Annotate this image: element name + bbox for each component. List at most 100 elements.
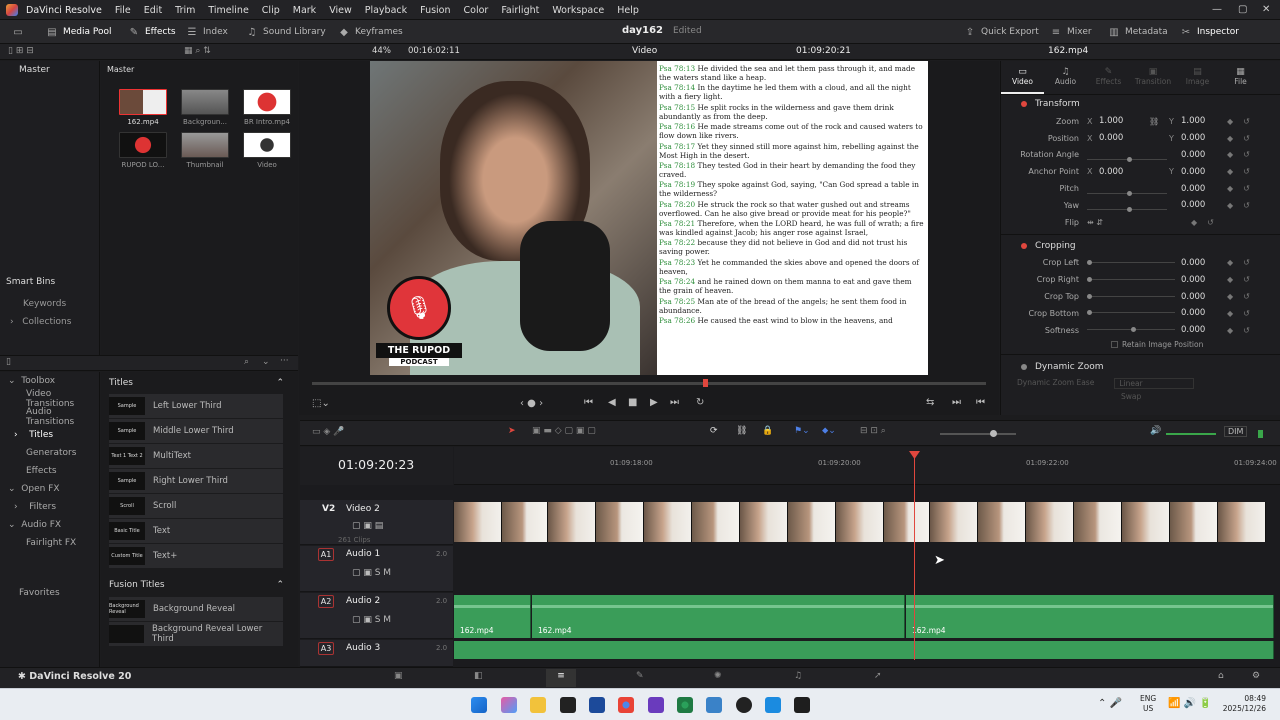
flip-icons[interactable]: ⇹ ⇵ [1087,218,1181,227]
go-to-end-icon[interactable]: ⏭ [670,397,679,408]
tree-video-transitions[interactable]: Video Transitions [0,389,99,409]
copilot-icon[interactable] [501,697,517,713]
tab-file[interactable]: ▦ File [1219,61,1262,94]
param-value[interactable]: 0.000 [1181,133,1217,143]
clip-item[interactable]: Video [236,132,298,169]
tree-generators[interactable]: Generators [0,444,99,462]
reset-icon[interactable]: ↺ [1243,150,1250,159]
zoom-slider[interactable] [940,430,1016,437]
param-slider[interactable] [1087,275,1181,285]
enable-toggle[interactable] [1021,363,1027,370]
video-clip-thumb[interactable] [548,502,596,542]
clip-item[interactable]: Backgroun... [174,89,236,126]
tree-audio-fx[interactable]: ⌄ Audio FX [0,516,99,534]
param-value[interactable]: 0.000 [1181,292,1217,302]
menu-timeline[interactable]: Timeline [208,5,248,16]
track-controls-icon[interactable]: ▢ ▣ S M [352,615,391,625]
keyframe-icon[interactable]: ◆ [1227,134,1233,143]
keyframe-icon[interactable]: ◆ [1227,309,1233,318]
reset-icon[interactable]: ↺ [1243,134,1250,143]
keyframes-button[interactable]: ◆ Keyframes [338,24,403,40]
audio-clip-a3[interactable] [454,641,1274,659]
track-header-a2[interactable]: A2 Audio 2 2.0 ▢ ▣ S M [300,593,453,639]
video-clip-thumb[interactable] [1218,502,1266,542]
video-clip-thumb[interactable] [1026,502,1074,542]
keyframe-icon[interactable]: ◆ [1227,167,1233,176]
keyframe-icon[interactable]: ◆ [1227,292,1233,301]
param-value[interactable]: 0.000 [1181,275,1217,285]
tree-filters[interactable]: › Filters [0,498,99,516]
workspace-icon[interactable]: ▭ [12,24,24,40]
panel-toggle-icon[interactable]: ▯ ⊞ ⊟ [8,46,34,56]
menu-help[interactable]: Help [617,5,639,16]
audio-clip[interactable]: 162.mp4 [532,595,905,638]
track-controls-icon[interactable]: ▢ ▣ S M [352,568,391,578]
effects-button[interactable]: ✎ Effects [128,24,176,40]
clip-item[interactable]: 162.mp4 [112,89,174,126]
video-clip-thumb[interactable] [692,502,740,542]
timeline-view-icon[interactable]: ▭ ◈ 🎤 [312,427,344,437]
tab-video[interactable]: ▭ Video [1001,61,1044,94]
tab-transition[interactable]: ▣ Transition [1130,61,1176,94]
clip-item[interactable]: Thumbnail [174,132,236,169]
collections-bin[interactable]: › Collections [10,317,71,327]
reset-icon[interactable]: ↺ [1243,292,1250,301]
keyframe-icon[interactable]: ◆ [1227,150,1233,159]
track-header-a1[interactable]: A1 Audio 1 2.0 ▢ ▣ S M [300,546,453,592]
network-icon[interactable]: 📶 🔊 🔋 [1168,698,1212,709]
menu-color[interactable]: Color [464,5,489,16]
sound-library-button[interactable]: ♫ Sound Library [246,24,326,40]
more-icon[interactable]: ··· [280,356,289,366]
prev-edit-icon[interactable]: ⏮ [976,397,985,408]
dim-button[interactable]: DIM [1224,426,1248,437]
keyframe-icon[interactable]: ◆ [1227,275,1233,284]
param-slider[interactable] [1087,292,1181,302]
play-reverse-icon[interactable]: ◀ [608,397,616,408]
title-item[interactable]: Basic Title Text [109,519,283,544]
param-slider[interactable] [1087,325,1181,335]
master-bin[interactable]: Master [0,61,99,75]
param-value[interactable]: 0.000 [1181,167,1217,177]
cut-page-icon[interactable]: ◧ [474,671,483,681]
flag-icon[interactable]: ⚑⌄ [794,426,810,436]
play-icon[interactable]: ▶ [650,397,658,408]
track-header-a3[interactable]: A3 Audio 3 2.0 [300,640,453,667]
param-value-x[interactable]: 0.000 [1099,133,1149,143]
reset-icon[interactable]: ↺ [1243,258,1250,267]
quick-export-button[interactable]: ⇪ Quick Export [964,24,1039,40]
tab-audio[interactable]: ♫ Audio [1044,61,1087,94]
speaker-icon[interactable]: 🔊 [1150,426,1161,436]
video-clip-thumb[interactable] [978,502,1026,542]
param-value[interactable]: 0.000 [1181,325,1217,335]
trim-tools-icon[interactable]: ▣ ▬ ◇ ▢ ▣ ▢ [532,426,596,436]
audio-clip[interactable]: 162.mp4 [454,595,531,638]
param-value[interactable]: 0.000 [1181,200,1217,210]
timeline-playhead[interactable] [914,452,915,660]
menu-fairlight[interactable]: Fairlight [501,5,539,16]
fusion-title-item[interactable]: Background Reveal Lower Third [109,622,283,647]
param-value[interactable]: 0.000 [1181,150,1217,160]
index-button[interactable]: ☰ Index [186,24,228,40]
fairlight-page-icon[interactable]: ♫ [794,671,802,681]
titles-section-header[interactable]: Titles ⌃ [101,372,298,394]
cropping-header[interactable]: Cropping [1001,237,1280,255]
audio-clip[interactable]: 162.mp4 [906,595,1274,638]
swap-button[interactable]: Swap [1001,392,1280,401]
menu-edit[interactable]: Edit [144,5,162,16]
retain-checkbox[interactable] [1111,341,1118,349]
menu-view[interactable]: View [329,5,352,16]
media-pool-button[interactable]: ▤ Media Pool [46,24,111,40]
enable-toggle[interactable] [1021,101,1027,107]
davinci-taskbar-icon[interactable] [794,697,810,713]
file-explorer-icon[interactable] [530,697,546,713]
video-clip-thumb[interactable] [502,502,548,542]
param-value[interactable]: 0.000 [1181,184,1217,194]
param-value[interactable]: 1.000 [1181,116,1217,126]
keyframe-icon[interactable]: ◆ [1227,117,1233,126]
video-clip-thumb[interactable] [788,502,836,542]
link-icon[interactable]: ⛓ [736,426,747,436]
search-icon[interactable]: ⌕ [244,357,249,367]
media-app-icon[interactable] [560,697,576,713]
menu-trim[interactable]: Trim [175,5,195,16]
video-clip-thumb[interactable] [930,502,978,542]
